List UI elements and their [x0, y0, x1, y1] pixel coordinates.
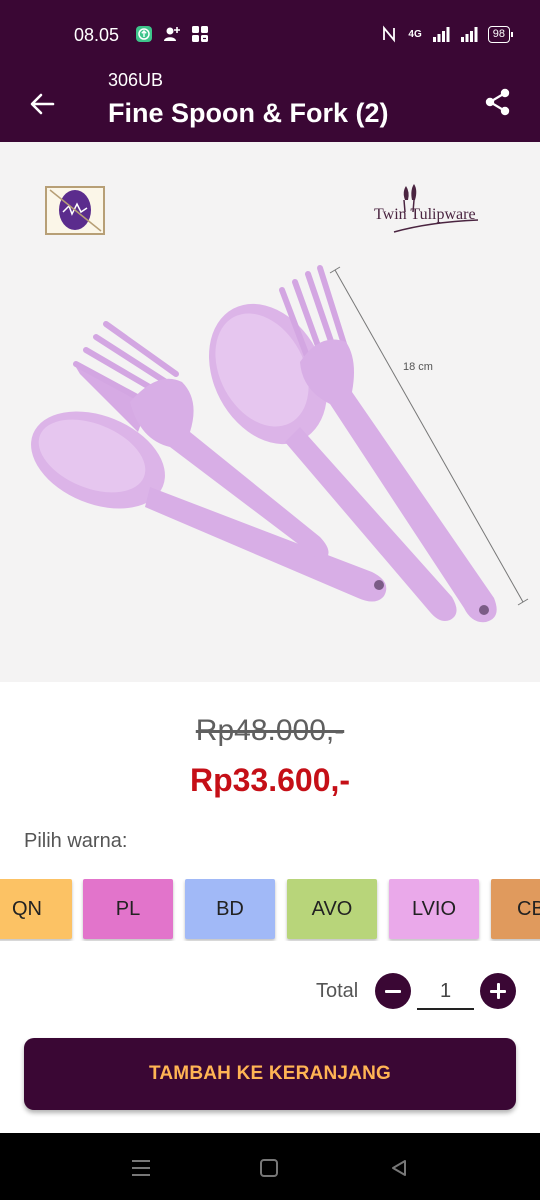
total-label: Total — [316, 980, 359, 1002]
product-code: 306UB — [108, 70, 164, 90]
quantity-input[interactable] — [417, 975, 474, 1010]
calculator-icon — [192, 26, 208, 42]
back-nav-button[interactable] — [384, 1153, 414, 1183]
spoon-left — [31, 411, 387, 602]
status-notification-icons — [135, 25, 209, 43]
menu-icon — [132, 1160, 150, 1176]
arrow-left-icon — [30, 93, 55, 115]
decrease-quantity-button[interactable] — [375, 973, 411, 1009]
add-contact-icon — [164, 27, 180, 41]
measure-label: 18 cm — [403, 361, 433, 373]
signal-icon-2 — [460, 27, 478, 42]
color-swatch-qn[interactable]: QN — [0, 879, 72, 939]
original-price: Rp48.000,- — [195, 714, 345, 747]
back-button[interactable] — [22, 84, 62, 124]
app-bar: 306UB Fine Spoon & Fork (2) — [0, 70, 540, 142]
signal-icon — [432, 27, 450, 42]
home-button[interactable] — [254, 1153, 284, 1183]
battery-indicator: 98 — [487, 25, 514, 43]
share-icon — [485, 88, 510, 116]
sale-price: Rp33.600,- — [189, 762, 351, 798]
share-button[interactable] — [478, 82, 518, 122]
product-image: Twin Tulipware 18 cm — [0, 142, 540, 682]
back-triangle-icon — [392, 1160, 406, 1176]
color-swatch-bd[interactable]: BD — [185, 879, 275, 939]
nfc-icon — [383, 25, 396, 43]
page-title: Fine Spoon & Fork (2) — [108, 98, 389, 128]
status-time: 08.05 — [74, 25, 120, 45]
color-swatch-avo[interactable]: AVO — [287, 879, 377, 939]
add-to-cart-button[interactable]: TAMBAH KE KERANJANG — [24, 1038, 516, 1110]
color-swatch-list: QN PL BD AVO LVIO CB — [0, 879, 540, 941]
product-illustration: Twin Tulipware 18 cm — [31, 184, 529, 623]
color-swatch-cb[interactable]: CB — [491, 879, 540, 939]
app-screen: 08.05 4G 98 306UB Fine Spoon & Fork (2) … — [0, 0, 540, 1200]
minus-icon — [385, 989, 401, 993]
home-square-icon — [260, 1159, 278, 1177]
color-swatch-pl[interactable]: PL — [83, 879, 173, 939]
recent-apps-button[interactable] — [126, 1153, 156, 1183]
twin-tulipware-logo: Twin Tulipware — [374, 184, 479, 233]
color-swatch-lvio[interactable]: LVIO — [389, 879, 479, 939]
network-type: 4G — [408, 28, 422, 40]
increase-quantity-button[interactable] — [480, 973, 516, 1009]
system-nav-bar — [0, 1133, 540, 1200]
status-bar: 08.05 4G 98 — [0, 0, 540, 70]
plus-icon-vertical — [496, 983, 500, 999]
status-system-icons: 4G 98 — [380, 25, 514, 43]
upload-app-icon — [136, 26, 152, 42]
color-picker-label: Pilih warna: — [24, 830, 128, 852]
microwave-safe-badge-icon — [45, 186, 105, 235]
